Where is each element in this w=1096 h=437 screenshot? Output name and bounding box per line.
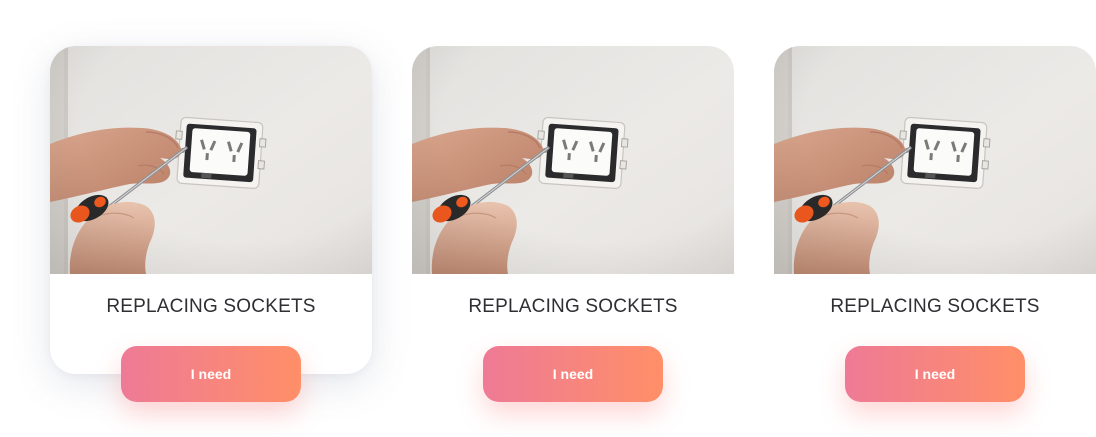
i-need-button[interactable]: I need: [483, 346, 663, 402]
service-card[interactable]: REPLACING SOCKETS I need: [50, 46, 372, 402]
service-title: REPLACING SOCKETS: [106, 296, 316, 317]
service-card[interactable]: REPLACING SOCKETS I need: [412, 46, 734, 402]
service-card[interactable]: REPLACING SOCKETS I need: [774, 46, 1096, 402]
card-body: REPLACING SOCKETS: [50, 46, 372, 374]
service-title: REPLACING SOCKETS: [830, 296, 1040, 317]
i-need-button[interactable]: I need: [121, 346, 301, 402]
socket-replacement-photo: [774, 46, 1096, 274]
card-body: REPLACING SOCKETS: [412, 46, 734, 374]
service-title: REPLACING SOCKETS: [468, 296, 678, 317]
service-cards: REPLACING SOCKETS I need REPLACING SOCKE…: [0, 0, 1096, 437]
socket-replacement-photo: [412, 46, 734, 274]
card-body: REPLACING SOCKETS: [774, 46, 1096, 374]
socket-replacement-photo: [50, 46, 372, 274]
i-need-button[interactable]: I need: [845, 346, 1025, 402]
